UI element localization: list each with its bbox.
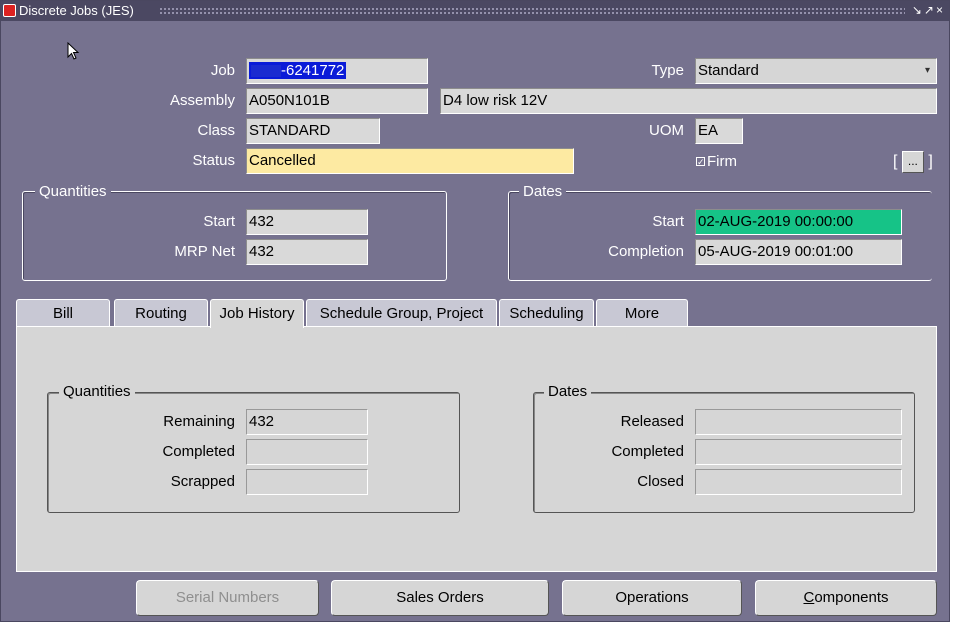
tab-job-history[interactable]: Job History — [210, 299, 304, 328]
flexfield-button[interactable]: ... — [901, 151, 924, 173]
title-bar: Discrete Jobs (JES) ↘↗× — [1, 1, 949, 21]
completion-field[interactable]: 05-AUG-2019 00:01:00 — [695, 239, 902, 265]
descriptive-flexfield: [ ... ] — [893, 151, 933, 173]
discrete-jobs-window: Discrete Jobs (JES) ↘↗× Job -6241772 Typ… — [0, 0, 950, 622]
mouse-pointer-icon — [67, 42, 80, 60]
qty-start-label: Start — [203, 213, 235, 230]
completed-field[interactable] — [246, 439, 368, 465]
tab-scheduling[interactable]: Scheduling — [499, 299, 594, 327]
qty-start-field[interactable]: 432 — [246, 209, 368, 235]
tab-schedule-group-project[interactable]: Schedule Group, Project — [306, 299, 497, 327]
job-field[interactable]: -6241772 — [246, 58, 428, 84]
app-icon — [3, 4, 16, 17]
scrapped-label: Scrapped — [170, 473, 235, 490]
chevron-down-icon[interactable]: ▾ — [925, 59, 930, 83]
class-label: Class — [197, 122, 235, 139]
window-control-icons[interactable]: ↘↗× — [912, 3, 945, 17]
firm-checkbox[interactable]: ✓ Firm — [696, 153, 737, 171]
tab-bill[interactable]: Bill — [16, 299, 110, 327]
uom-field[interactable]: EA — [695, 118, 743, 144]
scrapped-field[interactable] — [246, 469, 368, 495]
type-select-value: Standard — [698, 62, 759, 79]
dates-title: Dates — [519, 183, 567, 201]
mrp-net-label: MRP Net — [174, 243, 235, 260]
dates-completed-label: Completed — [611, 443, 684, 460]
serial-numbers-button[interactable]: Serial Numbers — [136, 580, 319, 616]
tab-routing[interactable]: Routing — [114, 299, 208, 327]
title-bar-texture — [159, 7, 905, 15]
assembly-label: Assembly — [169, 92, 235, 109]
dates-completed-field[interactable] — [695, 439, 902, 465]
status-field[interactable]: Cancelled — [246, 148, 574, 174]
history-dates-title: Dates — [544, 383, 592, 401]
class-field[interactable]: STANDARD — [246, 118, 380, 144]
closed-label: Closed — [637, 473, 684, 490]
released-field[interactable] — [695, 409, 902, 435]
remaining-label: Remaining — [163, 413, 235, 430]
date-start-value: 02-AUG-2019 00:00:00 — [698, 213, 854, 230]
job-label: Job — [210, 62, 235, 79]
date-start-field[interactable]: 02-AUG-2019 00:00:00 — [695, 209, 902, 235]
quantities-title: Quantities — [35, 183, 111, 201]
closed-field[interactable] — [695, 469, 902, 495]
remaining-field[interactable]: 432 — [246, 409, 368, 435]
components-button[interactable]: Components — [755, 580, 937, 616]
checkmark-icon[interactable]: ✓ — [696, 157, 705, 167]
completion-label: Completion — [608, 243, 684, 260]
assembly-field[interactable]: A050N101B — [246, 88, 428, 114]
completed-label: Completed — [162, 443, 235, 460]
components-mnemonic: C — [803, 589, 815, 606]
released-label: Released — [620, 413, 684, 430]
components-label: omponents — [814, 589, 889, 606]
date-start-label: Start — [652, 213, 684, 230]
type-label: Type — [651, 62, 684, 79]
history-quantities-title: Quantities — [59, 383, 135, 401]
firm-label: Firm — [707, 153, 737, 170]
redacted-block — [251, 65, 281, 78]
status-label: Status — [192, 152, 235, 169]
uom-label: UOM — [649, 122, 684, 139]
window-title: Discrete Jobs (JES) — [19, 3, 134, 18]
mrp-net-field[interactable]: 432 — [246, 239, 368, 265]
type-select[interactable]: Standard ▾ — [695, 58, 937, 84]
job-selected-text: -6241772 — [249, 62, 347, 79]
operations-button[interactable]: Operations — [562, 580, 742, 616]
sales-orders-button[interactable]: Sales Orders — [331, 580, 549, 616]
assembly-description-field[interactable]: D4 low risk 12V — [440, 88, 937, 114]
tab-more[interactable]: More — [596, 299, 688, 327]
